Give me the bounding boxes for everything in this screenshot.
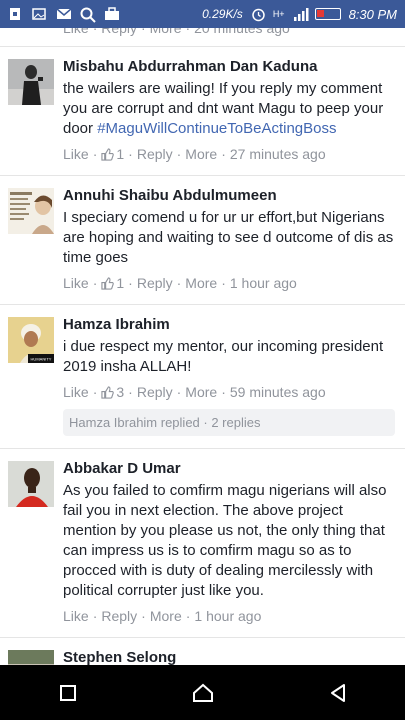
avatar[interactable]	[8, 188, 54, 234]
author-name[interactable]: Annuhi Shaibu Abdulmumeen	[63, 186, 395, 206]
reply-link[interactable]: Reply	[137, 145, 173, 163]
system-navigation-bar	[0, 665, 405, 720]
reply-link[interactable]: Reply	[101, 607, 137, 625]
comment-time: 1 hour ago	[194, 608, 262, 624]
back-icon	[330, 683, 345, 702]
comment-time: 27 minutes ago	[229, 146, 326, 162]
comment: Annuhi Shaibu Abdulmumeen I speciary com…	[0, 175, 405, 304]
like-link[interactable]: Like	[63, 383, 89, 401]
comment-actions: Like · Reply · More · 1 hour ago	[63, 607, 262, 625]
reply-link[interactable]: Reply	[101, 28, 137, 36]
status-bar-system: 0.29K/s H+ 8:30 PM	[202, 7, 397, 22]
like-count[interactable]: 3	[101, 383, 124, 401]
avatar[interactable]	[8, 461, 54, 507]
alarm-icon	[251, 7, 265, 22]
recents-icon	[59, 684, 76, 701]
like-link[interactable]: Like	[63, 28, 89, 36]
avatar-caption: HUMANITY	[31, 357, 52, 362]
author-name[interactable]: Misbahu Abdurrahman Dan Kaduna	[63, 57, 395, 77]
download-icon	[8, 7, 22, 21]
thumbs-up-icon	[101, 276, 115, 290]
like-count[interactable]: 1	[101, 274, 124, 292]
avatar[interactable]	[8, 59, 54, 105]
home-icon	[192, 683, 213, 702]
comment-text: i due respect my mentor, our incoming pr…	[63, 338, 384, 375]
comment-text: As you failed to comfirm magu nigerians …	[63, 482, 387, 599]
comment-time: 1 hour ago	[229, 275, 297, 291]
previous-comment-actions: Like · Reply · More · 20 minutes ago	[0, 28, 405, 38]
comment-actions: Like · 1 · Reply · More · 1 hour ago	[63, 274, 297, 292]
comment: Stephen Selong	[0, 637, 405, 665]
more-link[interactable]: More	[185, 274, 217, 292]
image-icon	[32, 7, 46, 21]
back-button[interactable]	[318, 673, 358, 713]
more-link[interactable]: More	[150, 28, 182, 36]
like-count[interactable]: 1	[101, 145, 124, 163]
avatar[interactable]	[8, 650, 54, 665]
view-replies-button[interactable]: Hamza Ibrahim replied · 2 replies	[63, 409, 395, 436]
comment-actions: Like · 1 · Reply · More · 27 minutes ago	[63, 145, 326, 163]
briefcase-icon	[104, 7, 119, 21]
like-link[interactable]: Like	[63, 145, 89, 163]
network-speed: 0.29K/s	[202, 7, 243, 21]
like-link[interactable]: Like	[63, 607, 89, 625]
battery-icon	[314, 8, 341, 20]
network-type: H+	[272, 9, 285, 19]
mail-icon	[56, 7, 72, 21]
more-link[interactable]: More	[150, 607, 182, 625]
comment-time: 20 minutes ago	[194, 28, 290, 36]
comment-text: the wailers are wailing! If you reply my…	[63, 80, 384, 137]
author-name[interactable]: Stephen Selong	[63, 648, 395, 665]
more-link[interactable]: More	[185, 145, 217, 163]
reply-link[interactable]: Reply	[137, 274, 173, 292]
status-bar: 0.29K/s H+ 8:30 PM	[0, 0, 405, 28]
comment-actions: Like · 3 · Reply · More · 59 minutes ago	[63, 383, 326, 401]
hashtag-link[interactable]: #MaguWillContinueToBeActingBoss	[97, 120, 336, 137]
like-link[interactable]: Like	[63, 274, 89, 292]
thumbs-up-icon	[101, 385, 115, 399]
author-name[interactable]: Abbakar D Umar	[63, 459, 395, 479]
comment: Abbakar D Umar As you failed to comfirm …	[0, 448, 405, 637]
comments-feed[interactable]: Like · Reply · More · 20 minutes ago Misbah…	[0, 28, 405, 665]
clock: 8:30 PM	[348, 6, 397, 22]
author-name[interactable]: Hamza Ibrahim	[63, 315, 395, 335]
status-bar-notifications	[8, 7, 119, 23]
comment-text: I speciary comend u for ur ur effort,but…	[63, 209, 394, 266]
comment: HUMANITY Hamza Ibrahim i due respect my …	[0, 304, 405, 448]
recents-button[interactable]	[48, 673, 88, 713]
home-button[interactable]	[183, 673, 223, 713]
more-link[interactable]: More	[185, 383, 217, 401]
comment: Misbahu Abdurrahman Dan Kaduna the waile…	[0, 46, 405, 175]
avatar[interactable]: HUMANITY	[8, 317, 54, 363]
search-icon	[80, 7, 96, 23]
reply-link[interactable]: Reply	[137, 383, 173, 401]
thumbs-up-icon	[101, 147, 115, 161]
comment-time: 59 minutes ago	[229, 384, 326, 400]
signal-icon	[293, 7, 309, 21]
